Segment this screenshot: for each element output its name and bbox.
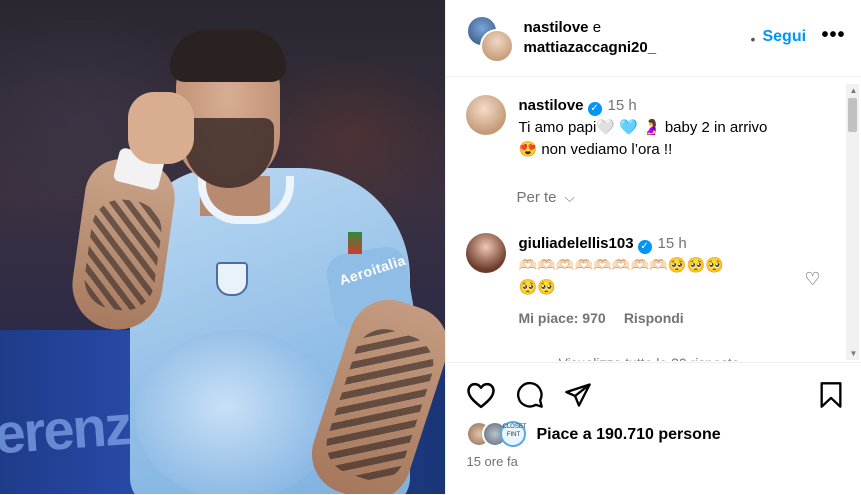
reply-button[interactable]: Rispondi xyxy=(624,310,684,326)
view-replies-link[interactable]: Visualizza tutte le 30 risposte xyxy=(518,352,818,361)
hair xyxy=(170,30,286,82)
author-joiner: e xyxy=(592,19,602,36)
comment-username[interactable]: giuliadelellis103 xyxy=(518,235,633,252)
per-te-filter[interactable]: Per te ⌵ xyxy=(516,189,574,206)
comment-likes[interactable]: Mi piace: 970 xyxy=(518,310,605,326)
scroll-down-icon[interactable]: ▼ xyxy=(849,349,857,358)
belly xyxy=(135,330,335,494)
post-header: nastilove e mattiazaccagni20_ • Segui ••… xyxy=(446,0,861,77)
post-photo[interactable]: erenziazoppe Aeroitalia xyxy=(0,0,446,494)
separator-dot: • xyxy=(750,31,756,47)
share-icon[interactable] xyxy=(564,381,592,409)
chevron-down-icon: ⌵ xyxy=(564,190,575,205)
sponsor-crest xyxy=(348,232,362,254)
heart-icon[interactable] xyxy=(466,381,496,409)
collab-avatars[interactable] xyxy=(466,15,515,63)
per-te-label: Per te xyxy=(516,189,557,206)
scroll-up-icon[interactable]: ▲ xyxy=(849,86,857,95)
comment-meta: Mi piace: 970 Rispondi xyxy=(518,307,818,330)
comments-section[interactable]: nastilove ✓ 15 h Ti amo papi🤍 🩵 🤰 baby 2 i… xyxy=(446,77,844,361)
avatar-badge-text: CLOSET FINT xyxy=(502,424,527,438)
comment-line: 🫶🏻🫶🏻🫶🏻🫶🏻🫶🏻🫶🏻🫶🏻🫶🏻🥺🥺🥺 xyxy=(518,257,724,274)
liked-by-avatars[interactable]: CLOSET FINT xyxy=(466,421,527,447)
post-authors: nastilove e mattiazaccagni20_ xyxy=(523,18,656,58)
club-badge xyxy=(216,262,248,296)
post-sidebar: nastilove e mattiazaccagni20_ • Segui ••… xyxy=(445,0,861,494)
caption-line: 😍 non vediamo l’ora !! xyxy=(518,141,673,158)
scroll-thumb[interactable] xyxy=(848,98,858,132)
caption-username[interactable]: nastilove xyxy=(518,97,583,114)
avatar[interactable] xyxy=(466,233,507,273)
avatar[interactable] xyxy=(466,95,507,135)
comment-text: giuliadelellis103 ✓ 15 h 🫶🏻🫶🏻🫶🏻🫶🏻🫶🏻🫶🏻🫶🏻🫶🏻🥺… xyxy=(518,233,818,361)
comment-icon[interactable] xyxy=(516,381,544,409)
author-username[interactable]: mattiazaccagni20_ xyxy=(523,39,656,56)
fist xyxy=(128,92,194,164)
more-options-icon[interactable]: ••• xyxy=(821,24,845,47)
bookmark-icon[interactable] xyxy=(818,381,844,409)
comment-time[interactable]: 15 h xyxy=(658,235,687,252)
comment-like-heart-icon[interactable]: ♡ xyxy=(804,269,820,290)
caption-time[interactable]: 15 h xyxy=(608,97,637,114)
verified-icon: ✓ xyxy=(637,240,652,254)
avatar[interactable]: CLOSET FINT xyxy=(500,421,527,447)
author-username[interactable]: nastilove xyxy=(523,19,588,36)
likes-count[interactable]: Piace a 190.710 persone xyxy=(536,426,720,444)
post-actions: CLOSET FINT Piace a 190.710 persone 15 o… xyxy=(446,362,861,495)
verified-icon: ✓ xyxy=(587,102,602,116)
post-dialog: erenziazoppe Aeroitalia nastilove e ma xyxy=(0,0,861,494)
avatar[interactable] xyxy=(480,29,515,63)
caption-text: nastilove ✓ 15 h Ti amo papi🤍 🩵 🤰 baby 2 i… xyxy=(518,95,818,161)
post-time[interactable]: 15 ore fa xyxy=(466,454,517,469)
caption-line: Ti amo papi🤍 🩵 🤰 baby 2 in arrivo xyxy=(518,119,768,136)
comments-scrollbar[interactable]: ▲ ▼ xyxy=(846,84,860,360)
follow-button[interactable]: Segui xyxy=(762,28,806,46)
comment-line: 🥺🥺 xyxy=(518,279,556,296)
